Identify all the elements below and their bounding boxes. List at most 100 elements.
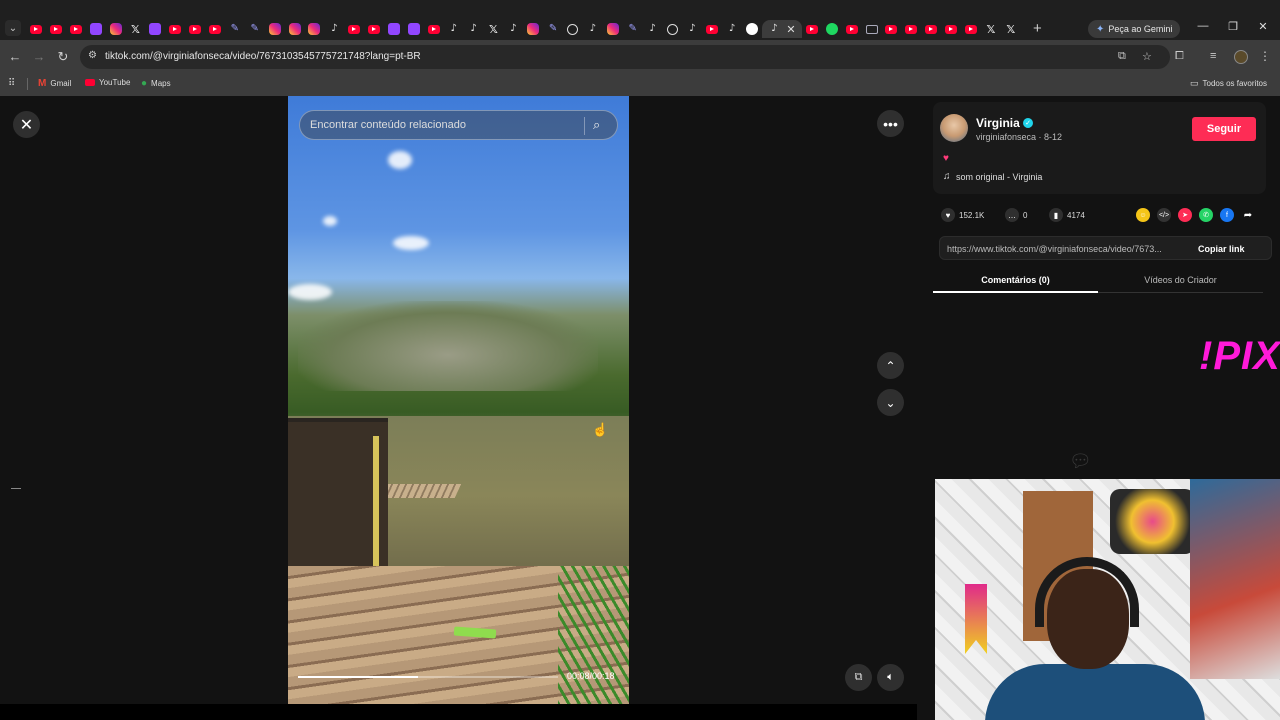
address-bar[interactable]: ⚙ tiktok.com/@virginiafonseca/video/7673… [80, 45, 1170, 69]
browser-tab[interactable]: ♪ ✕ [761, 20, 802, 38]
next-video-button[interactable]: ⌄ [877, 389, 904, 416]
more-options-button[interactable]: ••• [877, 110, 904, 137]
browser-tab[interactable]: ♪ [503, 20, 523, 38]
tab-close-icon[interactable]: ✕ [786, 23, 795, 36]
back-arrow-icon[interactable]: ← [7, 49, 23, 64]
browser-tab[interactable] [822, 20, 842, 38]
bookmark-youtube[interactable]: YouTube [85, 78, 130, 87]
follow-button[interactable]: Seguir [1192, 117, 1256, 141]
tab-search-chevron-icon[interactable]: ⌄ [5, 20, 21, 36]
browser-tab[interactable]: 𝕏 [125, 20, 145, 38]
related-search-box[interactable]: Encontrar conteúdo relacionado ⌕ [299, 110, 618, 140]
picture-in-picture-button[interactable]: ⧉ [845, 664, 872, 691]
browser-tab[interactable] [663, 20, 683, 38]
previous-video-button[interactable]: ⌃ [877, 352, 904, 379]
browser-tab[interactable] [304, 20, 324, 38]
url-text[interactable]: tiktok.com/@virginiafonseca/video/767310… [105, 51, 421, 62]
reload-icon[interactable]: ↻ [55, 49, 71, 65]
video-progress-bar[interactable] [298, 676, 558, 678]
comment-stat[interactable]: … 0 [1005, 208, 1027, 222]
browser-tab[interactable] [46, 20, 66, 38]
browser-tab[interactable] [285, 20, 305, 38]
creator-handle[interactable]: virginiafonseca · 8-12 [976, 132, 1062, 142]
browser-tab[interactable] [702, 20, 722, 38]
video-player[interactable] [288, 96, 629, 704]
browser-tab[interactable] [165, 20, 185, 38]
browser-tab[interactable]: 𝕏 [1001, 20, 1021, 38]
browser-tab[interactable] [603, 20, 623, 38]
minimize-icon[interactable]: — [1193, 20, 1213, 32]
browser-tab[interactable]: ♪ [324, 20, 344, 38]
gemini-button[interactable]: ✦ Peça ao Gemini [1088, 20, 1181, 38]
browser-tab[interactable] [185, 20, 205, 38]
apps-grid-icon[interactable]: ⠿ [8, 78, 15, 89]
video-link[interactable]: https://www.tiktok.com/@virginiafonseca/… [947, 244, 1162, 254]
browser-tab[interactable] [961, 20, 981, 38]
media-controls-icon[interactable]: ≡ [1210, 50, 1216, 62]
browser-tab[interactable] [364, 20, 384, 38]
music-link[interactable]: som original - Virginia [956, 172, 1042, 182]
browser-tab[interactable] [921, 20, 941, 38]
creator-avatar[interactable] [940, 114, 968, 142]
site-info-icon[interactable]: ⚙ [88, 50, 97, 61]
facebook-icon[interactable]: f [1220, 208, 1234, 222]
browser-tab[interactable]: ♪ [722, 20, 742, 38]
browser-tab[interactable]: ✎ [543, 20, 563, 38]
emoji-share-icon[interactable]: ☺ [1136, 208, 1150, 222]
browser-tab[interactable] [384, 20, 404, 38]
browser-tab[interactable] [86, 20, 106, 38]
save-stat[interactable]: ▮ 4174 [1049, 208, 1085, 222]
browser-tab[interactable] [563, 20, 583, 38]
share-arrow-icon[interactable]: ➦ [1241, 208, 1255, 222]
new-tab-button[interactable]: + [1033, 20, 1042, 37]
browser-tab[interactable]: ♪ [583, 20, 603, 38]
search-icon[interactable]: ⌕ [593, 117, 600, 133]
browser-tab[interactable] [404, 20, 424, 38]
volume-button[interactable]: 🔈︎ [877, 664, 904, 691]
bookmark-star-icon[interactable]: ☆ [1142, 50, 1152, 63]
browser-tab[interactable]: ♪ [444, 20, 464, 38]
browser-tab[interactable]: ♪ [682, 20, 702, 38]
browser-tab[interactable] [66, 20, 86, 38]
embed-code-icon[interactable]: </> [1157, 208, 1171, 222]
browser-tab[interactable] [882, 20, 902, 38]
like-stat[interactable]: ♥ 152.1K [941, 208, 984, 222]
browser-tab[interactable] [106, 20, 126, 38]
tab-comments[interactable]: Comentários (0) [933, 267, 1098, 293]
forward-arrow-icon[interactable]: → [31, 49, 47, 64]
copy-link-button[interactable]: Copiar link [1198, 244, 1245, 254]
browser-tab[interactable]: ✎ [623, 20, 643, 38]
browser-tab[interactable] [26, 20, 46, 38]
browser-tab[interactable]: ♪ [464, 20, 484, 38]
browser-tab[interactable] [523, 20, 543, 38]
browser-tab[interactable] [842, 20, 862, 38]
browser-tab[interactable] [802, 20, 822, 38]
window-close-icon[interactable]: ✕ [1253, 20, 1273, 33]
browser-tab[interactable] [742, 20, 762, 38]
browser-tab[interactable] [424, 20, 444, 38]
creator-name[interactable]: Virginia [976, 116, 1020, 130]
bookmark-gmail[interactable]: M Gmail [38, 78, 71, 89]
browser-tab[interactable] [145, 20, 165, 38]
profile-avatar[interactable] [1234, 50, 1248, 64]
all-bookmarks[interactable]: ▭ Todos os favoritos [1190, 78, 1267, 89]
browser-tab[interactable] [901, 20, 921, 38]
browser-tab[interactable]: 𝕏 [981, 20, 1001, 38]
browser-tab[interactable]: ♪ [643, 20, 663, 38]
close-video-button[interactable]: ✕ [13, 111, 40, 138]
install-app-icon[interactable]: ⧉ [1118, 50, 1126, 63]
search-input[interactable]: Encontrar conteúdo relacionado [310, 119, 466, 131]
browser-tab[interactable] [862, 20, 882, 38]
send-icon[interactable]: ➤ [1178, 208, 1192, 222]
extensions-icon[interactable]: ⧠ [1175, 50, 1184, 63]
restore-icon[interactable]: ❐ [1223, 20, 1243, 33]
browser-tab[interactable]: ✎ [225, 20, 245, 38]
bookmark-maps[interactable]: ● Maps [141, 78, 171, 89]
browser-tab[interactable]: ✎ [245, 20, 265, 38]
browser-tab[interactable]: 𝕏 [483, 20, 503, 38]
whatsapp-icon[interactable]: ✆ [1199, 208, 1213, 222]
browser-tab[interactable] [344, 20, 364, 38]
tab-creator-videos[interactable]: Vídeos do Criador [1098, 267, 1263, 293]
browser-tab[interactable] [941, 20, 961, 38]
browser-menu-icon[interactable]: ⋮ [1259, 49, 1271, 63]
